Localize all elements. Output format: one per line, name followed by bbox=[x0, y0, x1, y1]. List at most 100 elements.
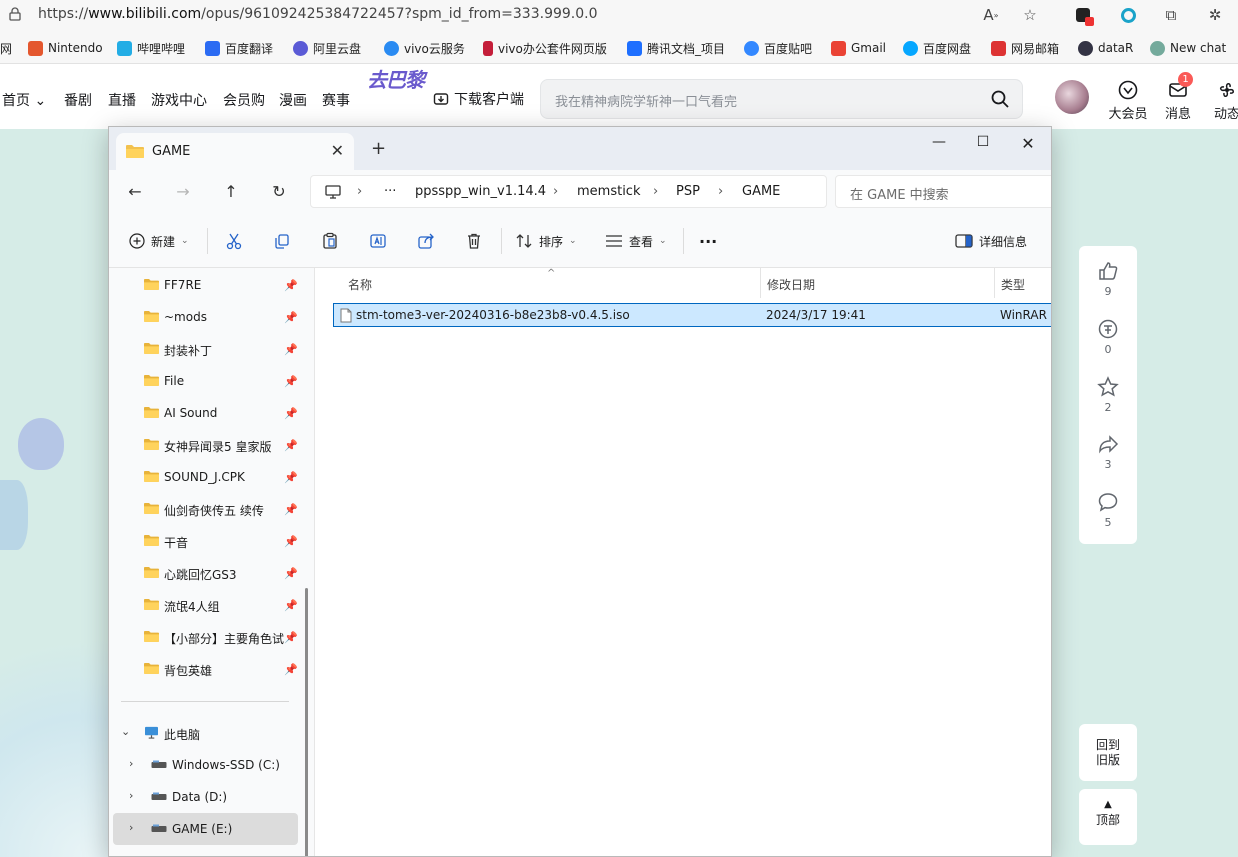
bookmark-item[interactable]: 网 bbox=[0, 39, 12, 57]
chevron-right-icon[interactable]: › bbox=[129, 821, 133, 834]
pin-icon[interactable]: 📌 bbox=[284, 279, 298, 292]
view-button[interactable]: 查看 ⌄ bbox=[605, 230, 667, 252]
quick-access-item[interactable]: 仙剑奇侠传五 续传 📌 bbox=[109, 493, 314, 525]
favorite-star-icon[interactable]: ☆ bbox=[1019, 4, 1041, 26]
new-tab-icon[interactable]: + bbox=[371, 138, 386, 159]
sort-button[interactable]: 排序 ⌄ bbox=[515, 230, 577, 252]
bookmark-item[interactable]: vivo办公套件网页版 bbox=[483, 39, 607, 57]
column-header-modified[interactable]: 修改日期 bbox=[767, 276, 815, 293]
nav-scrollbar[interactable] bbox=[305, 588, 308, 856]
explorer-tab[interactable]: GAME ✕ bbox=[116, 133, 354, 170]
bookmark-item[interactable]: New chat bbox=[1150, 39, 1226, 57]
bili-logo[interactable]: 去巴黎 bbox=[367, 64, 425, 93]
drive-item[interactable]: › Data (D:) bbox=[109, 781, 314, 813]
bookmark-item[interactable]: 阿里云盘 bbox=[293, 39, 361, 57]
favorite-button[interactable]: 2 bbox=[1079, 376, 1137, 414]
nav-esports[interactable]: 赛事 bbox=[322, 90, 350, 110]
search-icon[interactable] bbox=[990, 89, 1010, 109]
pin-icon[interactable]: 📌 bbox=[284, 343, 298, 356]
close-window-icon[interactable]: ✕ bbox=[1013, 134, 1043, 154]
nav-home[interactable]: 首页 ⌄ bbox=[2, 90, 46, 110]
pin-icon[interactable]: 📌 bbox=[284, 599, 298, 612]
pin-icon[interactable]: 📌 bbox=[284, 535, 298, 548]
vip-button[interactable]: 大会员 bbox=[1106, 79, 1150, 122]
column-divider[interactable] bbox=[760, 268, 761, 298]
bookmark-item[interactable]: vivo云服务 bbox=[384, 39, 465, 57]
dynamic-button[interactable]: 动态 bbox=[1205, 79, 1238, 122]
pin-icon[interactable]: 📌 bbox=[284, 631, 298, 644]
share-button[interactable]: 3 bbox=[1079, 433, 1137, 471]
collections-icon[interactable]: ⧉ bbox=[1160, 4, 1182, 26]
extensions-puzzle-icon[interactable]: ✲ bbox=[1204, 4, 1226, 26]
bookmark-item[interactable]: Gmail bbox=[831, 39, 886, 57]
read-aloud-icon[interactable]: A» bbox=[980, 4, 1002, 26]
browser-extension-icon[interactable] bbox=[1117, 4, 1139, 26]
pin-icon[interactable]: 📌 bbox=[284, 471, 298, 484]
column-divider[interactable] bbox=[994, 268, 995, 298]
quick-access-item[interactable]: 背包英雄 📌 bbox=[109, 653, 314, 685]
forward-arrow-icon[interactable]: → bbox=[171, 180, 195, 204]
quick-access-item[interactable]: 女神异闻录5 皇家版 📌 bbox=[109, 429, 314, 461]
bookmark-item[interactable]: 百度贴吧 bbox=[744, 39, 812, 57]
bookmark-item[interactable]: 百度网盘 bbox=[903, 39, 971, 57]
breadcrumb[interactable]: › ··· ppsspp_win_v1.14.4 › memstick › PS… bbox=[310, 175, 827, 208]
bookmark-item[interactable]: 百度翻译 bbox=[205, 39, 273, 57]
share-button[interactable] bbox=[417, 230, 435, 252]
quick-access-item[interactable]: 【小部分】主要角色试 📌 bbox=[109, 621, 314, 653]
nav-mall[interactable]: 会员购 bbox=[223, 90, 265, 110]
drive-item[interactable]: › GAME (E:) bbox=[113, 813, 298, 845]
avatar[interactable] bbox=[1055, 80, 1089, 114]
paste-button[interactable] bbox=[321, 230, 339, 252]
new-button[interactable]: 新建 ⌄ bbox=[129, 230, 189, 252]
up-arrow-icon[interactable]: ↑ bbox=[219, 180, 243, 204]
drive-item[interactable]: › Windows-SSD (C:) bbox=[109, 749, 314, 781]
coin-button[interactable]: 0 bbox=[1079, 318, 1137, 356]
back-arrow-icon[interactable]: ← bbox=[123, 180, 147, 204]
pin-icon[interactable]: 📌 bbox=[284, 407, 298, 420]
quick-access-item[interactable]: 心跳回忆GS3 📌 bbox=[109, 557, 314, 589]
breadcrumb-item[interactable]: memstick bbox=[577, 184, 640, 199]
extension-icon[interactable] bbox=[1072, 4, 1094, 26]
more-options-button[interactable]: ··· bbox=[699, 230, 717, 252]
quick-access-item[interactable]: File 📌 bbox=[109, 365, 314, 397]
breadcrumb-item[interactable]: ppsspp_win_v1.14.4 bbox=[415, 184, 546, 199]
maximize-icon[interactable]: ☐ bbox=[968, 134, 998, 154]
bookmark-item[interactable]: 哔哩哔哩 bbox=[117, 39, 185, 57]
nav-live[interactable]: 直播 bbox=[108, 90, 136, 110]
pin-icon[interactable]: 📌 bbox=[284, 311, 298, 324]
quick-access-item[interactable]: 干音 📌 bbox=[109, 525, 314, 557]
breadcrumb-overflow[interactable]: ··· bbox=[384, 184, 396, 199]
explorer-search-input[interactable]: 在 GAME 中搜索 bbox=[835, 175, 1051, 208]
quick-access-item[interactable]: FF7RE 📌 bbox=[109, 269, 314, 301]
rename-button[interactable] bbox=[369, 230, 387, 252]
nav-game-center[interactable]: 游戏中心 bbox=[151, 90, 207, 110]
nav-bangumi[interactable]: 番剧 bbox=[64, 90, 92, 110]
delete-button[interactable] bbox=[465, 230, 483, 252]
quick-access-item[interactable]: 流氓4人组 📌 bbox=[109, 589, 314, 621]
minimize-icon[interactable]: — bbox=[924, 134, 954, 154]
bookmark-item[interactable]: Nintendo bbox=[28, 39, 103, 57]
nav-manga[interactable]: 漫画 bbox=[279, 90, 307, 110]
pin-icon[interactable]: 📌 bbox=[284, 503, 298, 516]
pin-icon[interactable]: 📌 bbox=[284, 663, 298, 676]
quick-access-item[interactable]: ~mods 📌 bbox=[109, 301, 314, 333]
breadcrumb-item[interactable]: GAME bbox=[742, 184, 780, 199]
this-pc-item[interactable]: ⌄ 此电脑 bbox=[109, 717, 314, 749]
column-header-type[interactable]: 类型 bbox=[1001, 276, 1025, 293]
refresh-icon[interactable]: ↻ bbox=[267, 180, 291, 204]
download-client-link[interactable]: 下载客户端 bbox=[433, 89, 524, 109]
old-version-button[interactable]: 回到旧版 bbox=[1079, 724, 1137, 781]
quick-access-item[interactable]: AI Sound 📌 bbox=[109, 397, 314, 429]
comment-button[interactable]: 5 bbox=[1079, 491, 1137, 529]
pin-icon[interactable]: 📌 bbox=[284, 567, 298, 580]
bookmark-item[interactable]: 网易邮箱 bbox=[991, 39, 1059, 57]
like-button[interactable]: 9 bbox=[1079, 260, 1137, 298]
bili-search-input[interactable]: 我在精神病院学斩神一口气看完 bbox=[540, 79, 1023, 119]
bookmark-item[interactable]: dataR bbox=[1078, 39, 1133, 57]
quick-access-item[interactable]: 封装补丁 📌 bbox=[109, 333, 314, 365]
column-header-name[interactable]: 名称 bbox=[348, 276, 372, 293]
breadcrumb-item[interactable]: PSP bbox=[676, 184, 700, 199]
file-row[interactable]: stm-tome3-ver-20240316-b8e23b8-v0.4.5.is… bbox=[333, 303, 1051, 327]
pin-icon[interactable]: 📌 bbox=[284, 439, 298, 452]
bookmark-item[interactable]: 腾讯文档_项目 bbox=[627, 39, 725, 57]
